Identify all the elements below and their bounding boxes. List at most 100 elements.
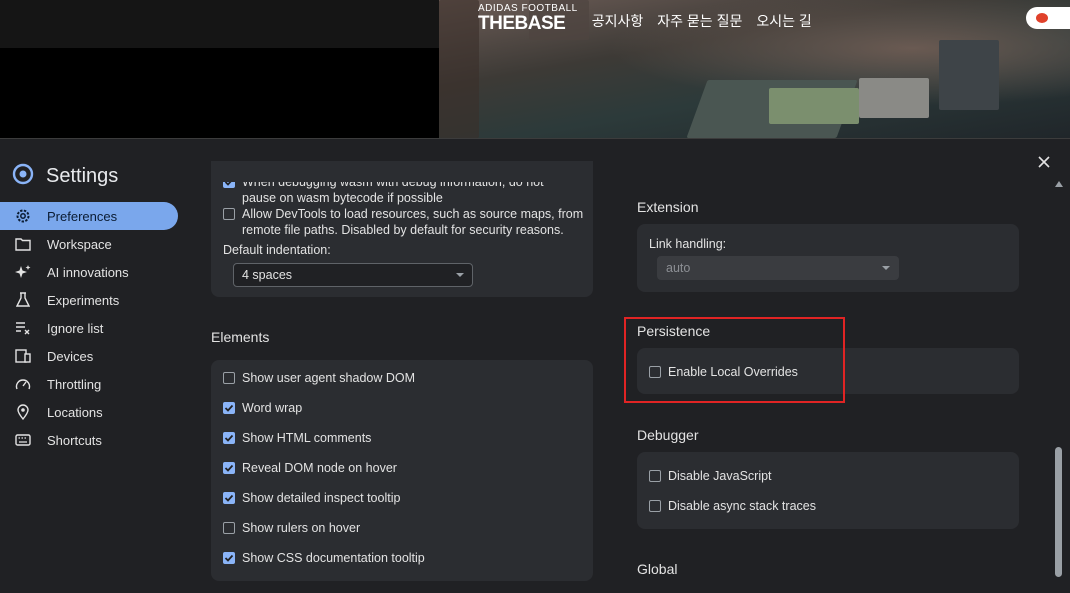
sidebar-item-ignore-list[interactable]: Ignore list xyxy=(0,314,178,342)
wasm-setting-row[interactable]: When debugging wasm with debug informati… xyxy=(223,175,544,206)
sidebar-item-label: AI innovations xyxy=(47,264,129,280)
select-value: 4 spaces xyxy=(242,268,293,282)
sources-card: When debugging wasm with debug informati… xyxy=(211,161,593,297)
wasm-line-1: When debugging wasm with debug informati… xyxy=(242,175,544,189)
allow-line-2: remote file paths. Disabled by default f… xyxy=(242,223,564,237)
elements-heading: Elements xyxy=(211,329,270,345)
setting-label: Show detailed inspect tooltip xyxy=(242,491,401,505)
wasm-line-2: pause on wasm bytecode if possible xyxy=(242,191,443,205)
setting-row[interactable]: Show user agent shadow DOM xyxy=(223,370,415,386)
site-nav: ADIDAS FOOTBALL THEBASE 공지사항 자주 묻는 질문 오시… xyxy=(478,4,812,34)
sidebar-item-shortcuts[interactable]: Shortcuts xyxy=(0,426,178,454)
setting-label: Show rulers on hover xyxy=(242,521,361,535)
flask-icon xyxy=(14,291,32,309)
sidebar-item-ai-innovations[interactable]: AI innovations xyxy=(0,258,178,286)
elements-card: Show user agent shadow DOM Word wrap Sho… xyxy=(211,360,593,581)
flag-icon xyxy=(1036,13,1048,23)
setting-label: Show CSS documentation tooltip xyxy=(242,551,425,565)
setting-row[interactable]: Word wrap xyxy=(223,400,302,416)
checkbox[interactable] xyxy=(223,552,235,564)
nav-notice-link[interactable]: 공지사항 xyxy=(592,11,644,31)
chevron-down-icon xyxy=(456,273,464,277)
setting-row[interactable]: Show detailed inspect tooltip xyxy=(223,490,400,506)
settings-title: Settings xyxy=(46,165,119,187)
checkbox[interactable] xyxy=(649,500,661,512)
folder-icon xyxy=(14,235,32,253)
logo-big-text: THEBASE xyxy=(478,13,566,34)
debugger-card: Disable JavaScript Disable async stack t… xyxy=(637,452,1019,529)
ignore-list-icon xyxy=(14,319,32,337)
setting-label: Reveal DOM node on hover xyxy=(242,461,397,475)
extension-heading: Extension xyxy=(637,199,699,215)
checkbox[interactable] xyxy=(223,522,235,534)
checkbox[interactable] xyxy=(223,462,235,474)
setting-row[interactable]: Show CSS documentation tooltip xyxy=(223,550,425,566)
sidebar-item-workspace[interactable]: Workspace xyxy=(0,230,178,258)
video-area xyxy=(0,0,439,48)
extension-card: Link handling: auto xyxy=(637,224,1019,292)
checkbox[interactable] xyxy=(223,372,235,384)
close-button[interactable] xyxy=(1034,152,1054,172)
scroll-up-icon[interactable] xyxy=(1055,181,1063,187)
website-header: ADIDAS FOOTBALL THEBASE 공지사항 자주 묻는 질문 오시… xyxy=(0,0,1070,138)
scrollbar[interactable] xyxy=(1052,177,1066,592)
checkbox[interactable] xyxy=(223,432,235,444)
sidebar-item-preferences[interactable]: Preferences xyxy=(0,202,178,230)
language-button[interactable] xyxy=(1026,7,1070,29)
sidebar-item-label: Throttling xyxy=(47,376,102,392)
checkbox[interactable] xyxy=(223,402,235,414)
scroll-thumb[interactable] xyxy=(1055,447,1062,577)
setting-label: Show HTML comments xyxy=(242,431,372,445)
default-indentation-select[interactable]: 4 spaces xyxy=(233,263,473,287)
sidebar-item-label: Shortcuts xyxy=(47,432,102,448)
setting-row[interactable]: Reveal DOM node on hover xyxy=(223,460,397,476)
chrome-devtools-icon xyxy=(12,163,34,190)
close-icon xyxy=(1038,156,1050,168)
allow-remote-label: Allow DevTools to load resources, such a… xyxy=(242,206,583,238)
pin-icon xyxy=(14,403,32,421)
sidebar-item-label: Experiments xyxy=(47,292,120,308)
setting-label: Disable JavaScript xyxy=(668,469,772,483)
chevron-down-icon xyxy=(882,266,890,270)
sidebar-item-label: Preferences xyxy=(47,208,118,224)
nav-faq-link[interactable]: 자주 묻는 질문 xyxy=(657,11,742,31)
allow-remote-row[interactable]: Allow DevTools to load resources, such a… xyxy=(223,206,583,238)
gear-icon xyxy=(14,207,32,225)
devices-icon xyxy=(14,347,32,365)
debugger-heading: Debugger xyxy=(637,427,699,443)
link-handling-select[interactable]: auto xyxy=(657,256,899,280)
setting-label: Show user agent shadow DOM xyxy=(242,371,416,385)
settings-header: Settings xyxy=(12,163,118,190)
checkbox[interactable] xyxy=(223,492,235,504)
sidebar-item-throttling[interactable]: Throttling xyxy=(0,370,178,398)
setting-row[interactable]: Disable JavaScript xyxy=(649,468,772,484)
setting-label: Disable async stack traces xyxy=(668,499,816,513)
sidebar-item-experiments[interactable]: Experiments xyxy=(0,286,178,314)
sidebar-item-label: Locations xyxy=(47,404,103,420)
sidebar-item-label: Workspace xyxy=(47,236,112,252)
settings-dialog: Settings Preferences Workspace AI innova… xyxy=(0,138,1070,593)
gauge-icon xyxy=(14,375,32,393)
sidebar-item-locations[interactable]: Locations xyxy=(0,398,178,426)
checkbox[interactable] xyxy=(223,208,235,220)
settings-sidebar: Preferences Workspace AI innovations Exp… xyxy=(0,202,178,454)
sidebar-item-label: Ignore list xyxy=(47,320,104,336)
sparkle-icon xyxy=(14,263,32,281)
setting-label: Word wrap xyxy=(242,401,303,415)
wasm-setting-label: When debugging wasm with debug informati… xyxy=(242,175,544,206)
keyboard-icon xyxy=(14,431,32,449)
checkbox[interactable] xyxy=(649,470,661,482)
sidebar-item-devices[interactable]: Devices xyxy=(0,342,178,370)
site-logo[interactable]: ADIDAS FOOTBALL THEBASE xyxy=(478,4,578,34)
allow-line-1: Allow DevTools to load resources, such a… xyxy=(242,207,584,221)
setting-row[interactable]: Show HTML comments xyxy=(223,430,371,446)
setting-row[interactable]: Show rulers on hover xyxy=(223,520,360,536)
checkbox[interactable] xyxy=(223,182,235,188)
default-indentation-label: Default indentation: xyxy=(223,243,331,257)
highlight-annotation xyxy=(624,317,845,403)
sidebar-item-label: Devices xyxy=(47,348,94,364)
select-value: auto xyxy=(666,261,691,275)
setting-row[interactable]: Disable async stack traces xyxy=(649,498,816,514)
link-handling-label: Link handling: xyxy=(649,237,727,251)
nav-directions-link[interactable]: 오시는 길 xyxy=(756,11,811,31)
